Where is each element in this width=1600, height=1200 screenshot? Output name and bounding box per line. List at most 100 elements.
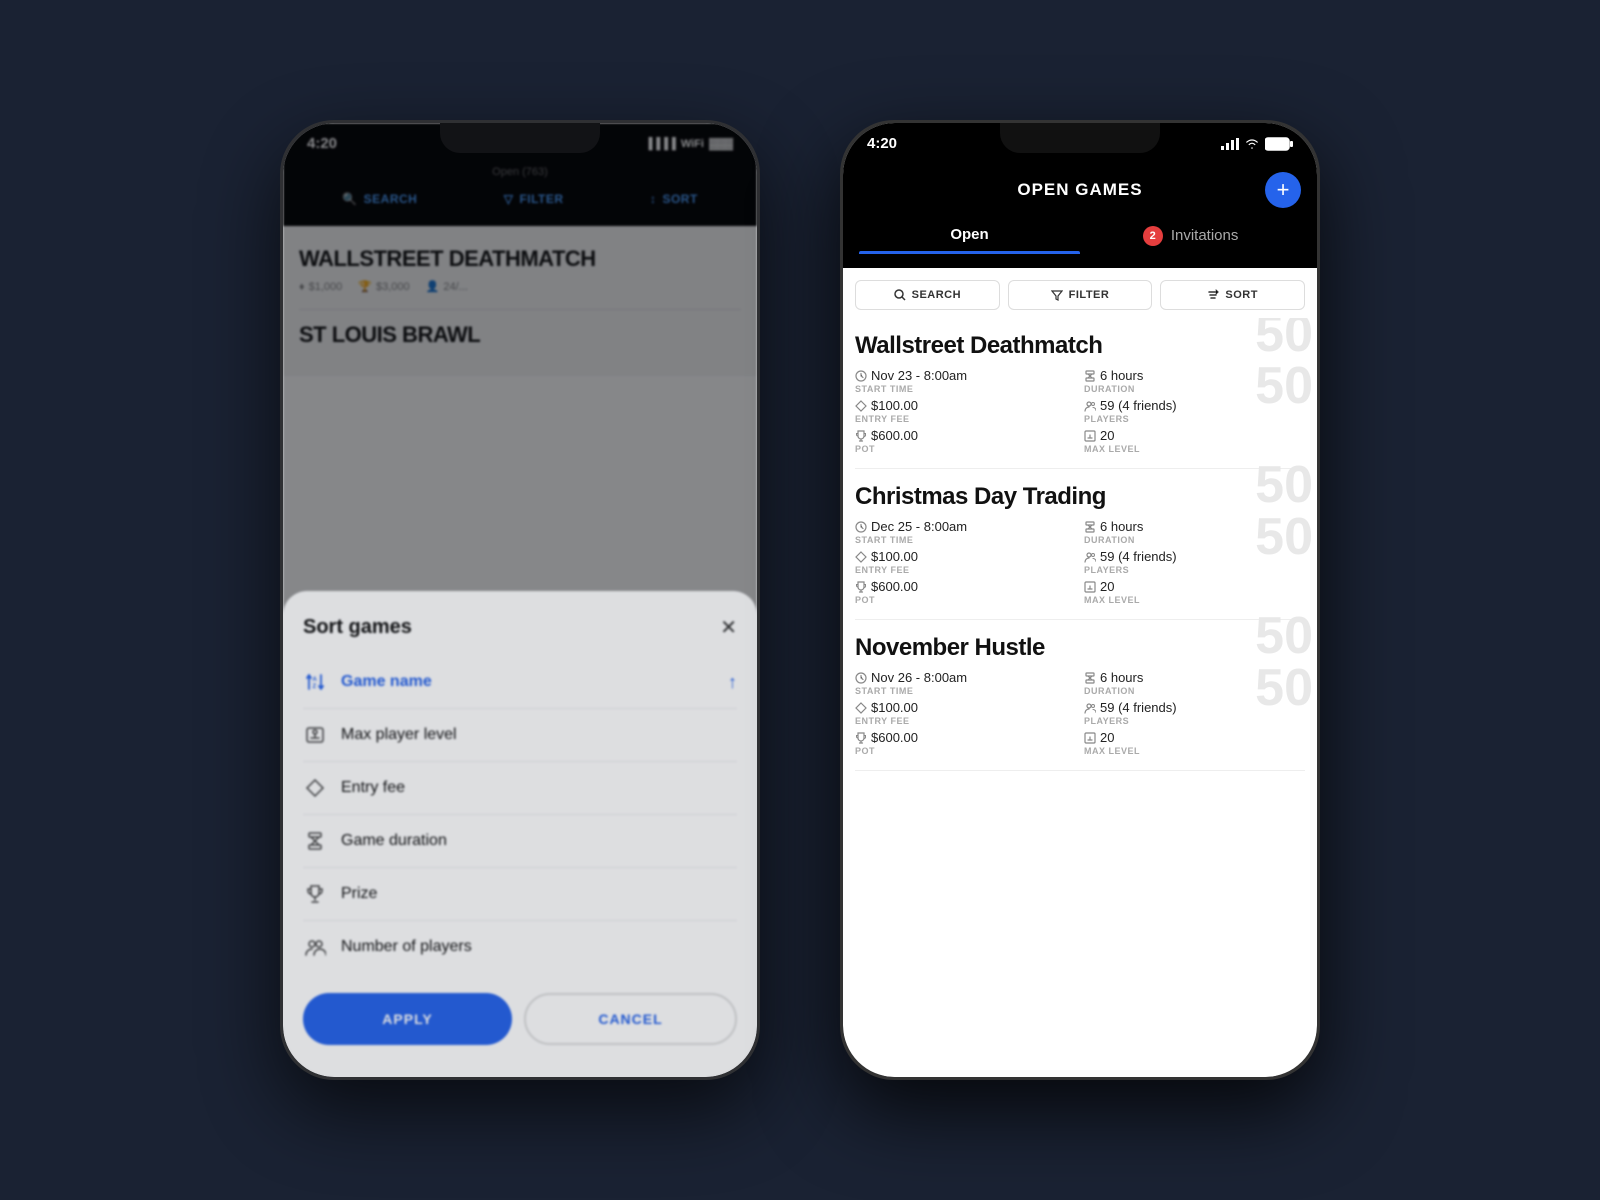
left-notch (440, 123, 600, 153)
modal-title: Sort games (303, 616, 412, 639)
add-button[interactable]: + (1265, 172, 1301, 208)
diamond-icon (303, 776, 327, 800)
apply-button[interactable]: APPLY (303, 993, 512, 1045)
sort-duration-label: Game duration (341, 832, 447, 850)
detail-max-level-2: 20 MAX LEVEL (1084, 579, 1305, 605)
players-small-icon (1084, 400, 1096, 412)
players-icon-3 (1084, 702, 1096, 714)
game-details-1: Nov 23 - 8:00am START TIME 6 hours DURAT… (855, 368, 1305, 454)
left-bg: 4:20 ▐▐▐▐ WiFi ▓▓▓ Open (763) 🔍 SEARCH (283, 123, 757, 1077)
sort-game-name-label: Game name (341, 673, 432, 691)
game-details-3: Nov 26 - 8:00am START TIME 6 hours DURAT… (855, 670, 1305, 756)
game-card-3: 5050 November Hustle Nov 26 - 8:00am STA… (855, 620, 1305, 771)
filter-button[interactable]: FILTER (1008, 280, 1153, 310)
search-button[interactable]: SEARCH (855, 280, 1000, 310)
close-button[interactable]: ✕ (720, 615, 737, 640)
detail-max-level-3: 20 MAX LEVEL (1084, 730, 1305, 756)
game-card-2: 5050 Christmas Day Trading Dec 25 - 8:00… (855, 469, 1305, 620)
sort-option-max-level[interactable]: Max player level (303, 709, 737, 762)
sort-button[interactable]: SORT (1160, 280, 1305, 310)
diamond-icon-3 (855, 702, 867, 714)
trophy-small-icon (855, 430, 867, 442)
left-screen: 4:20 ▐▐▐▐ WiFi ▓▓▓ Open (763) 🔍 SEARCH (283, 123, 757, 1077)
diamond-icon-2 (855, 551, 867, 563)
sort-option-duration[interactable]: Game duration (303, 815, 737, 868)
sort-option-players[interactable]: Number of players (303, 921, 737, 973)
players-icon (303, 935, 327, 959)
svg-text:Z: Z (313, 684, 317, 690)
sort-modal: Sort games ✕ A (283, 591, 757, 1077)
sort-option-entry-fee[interactable]: Entry fee (303, 762, 737, 815)
filter-tool-icon (1051, 289, 1063, 301)
sort-az-icon: A Z (303, 670, 327, 694)
hourglass-icon-2 (1084, 521, 1096, 533)
detail-players-2: 59 (4 friends) PLAYERS (1084, 549, 1305, 575)
sort-option-game-name[interactable]: A Z Game name ↑ (303, 656, 737, 709)
battery-icon (1265, 137, 1293, 151)
detail-duration-2: 6 hours DURATION (1084, 519, 1305, 545)
right-time: 4:20 (867, 135, 897, 152)
detail-start-time-3: Nov 26 - 8:00am START TIME (855, 670, 1076, 696)
right-content: 4:20 (843, 123, 1317, 1077)
sort-players-label: Number of players (341, 938, 472, 956)
detail-pot-3: $600.00 POT (855, 730, 1076, 756)
right-notch (1000, 123, 1160, 153)
modal-overlay: Sort games ✕ A (283, 123, 757, 1077)
level-small-icon (1084, 430, 1096, 442)
invitations-badge: 2 (1143, 226, 1163, 246)
modal-buttons: APPLY CANCEL (303, 993, 737, 1045)
tabs-row: Open 2 Invitations (859, 214, 1301, 254)
detail-players-1: 59 (4 friends) PLAYERS (1084, 398, 1305, 424)
game-details-2: Dec 25 - 8:00am START TIME 6 hours DURAT… (855, 519, 1305, 605)
right-screen: 4:20 (843, 123, 1317, 1077)
detail-entry-fee-1: $100.00 ENTRY FEE (855, 398, 1076, 424)
detail-start-time-1: Nov 23 - 8:00am START TIME (855, 368, 1076, 394)
game-name-2: Christmas Day Trading (855, 483, 1305, 511)
game-name-1: Wallstreet Deathmatch (855, 332, 1305, 360)
detail-entry-fee-2: $100.00 ENTRY FEE (855, 549, 1076, 575)
start-time-value-1: Nov 23 - 8:00am (855, 368, 1076, 383)
level-icon-2 (1084, 581, 1096, 593)
players-icon-2 (1084, 551, 1096, 563)
hourglass-small-icon (1084, 370, 1096, 382)
signal-bars-icon (1221, 138, 1239, 150)
tab-open[interactable]: Open (859, 214, 1080, 254)
diamond-small-icon (855, 400, 867, 412)
detail-pot-1: $600.00 POT (855, 428, 1076, 454)
hourglass-icon (303, 829, 327, 853)
sort-option-entry-fee-left: Entry fee (303, 776, 405, 800)
hourglass-icon-3 (1084, 672, 1096, 684)
players-value-1: 59 (4 friends) (1084, 398, 1305, 413)
tab-invitations-label: Invitations (1171, 227, 1239, 244)
player-level-icon (303, 723, 327, 747)
modal-header: Sort games ✕ (303, 615, 737, 640)
sort-prize-label: Prize (341, 885, 377, 903)
sort-option-game-name-left: A Z Game name (303, 670, 432, 694)
clock-icon-3 (855, 672, 867, 684)
tab-invitations[interactable]: 2 Invitations (1080, 214, 1301, 254)
right-app-header: OPEN GAMES + Open 2 Invitations (843, 158, 1317, 268)
tab-open-label: Open (950, 226, 988, 243)
clock-icon-2 (855, 521, 867, 533)
sort-tool-label: SORT (1225, 289, 1258, 301)
game-name-3: November Hustle (855, 634, 1305, 662)
toolbar: SEARCH FILTER SORT (843, 268, 1317, 318)
trophy-icon-3 (855, 732, 867, 744)
detail-duration-3: 6 hours DURATION (1084, 670, 1305, 696)
sort-tool-icon (1207, 289, 1219, 301)
filter-tool-label: FILTER (1069, 289, 1110, 301)
sort-arrow-icon: ↑ (728, 672, 737, 693)
sort-entry-fee-label: Entry fee (341, 779, 405, 797)
clock-icon (855, 370, 867, 382)
sort-option-max-level-left: Max player level (303, 723, 457, 747)
sort-option-players-left: Number of players (303, 935, 472, 959)
max-level-value-1: 20 (1084, 428, 1305, 443)
sort-option-prize-left: Prize (303, 882, 377, 906)
svg-text:A: A (313, 677, 318, 683)
left-phone: 4:20 ▐▐▐▐ WiFi ▓▓▓ Open (763) 🔍 SEARCH (280, 120, 760, 1080)
pot-value-1: $600.00 (855, 428, 1076, 443)
detail-start-time-2: Dec 25 - 8:00am START TIME (855, 519, 1076, 545)
sort-option-prize[interactable]: Prize (303, 868, 737, 921)
page-title: OPEN GAMES (1017, 180, 1142, 200)
cancel-button[interactable]: CANCEL (524, 993, 737, 1045)
